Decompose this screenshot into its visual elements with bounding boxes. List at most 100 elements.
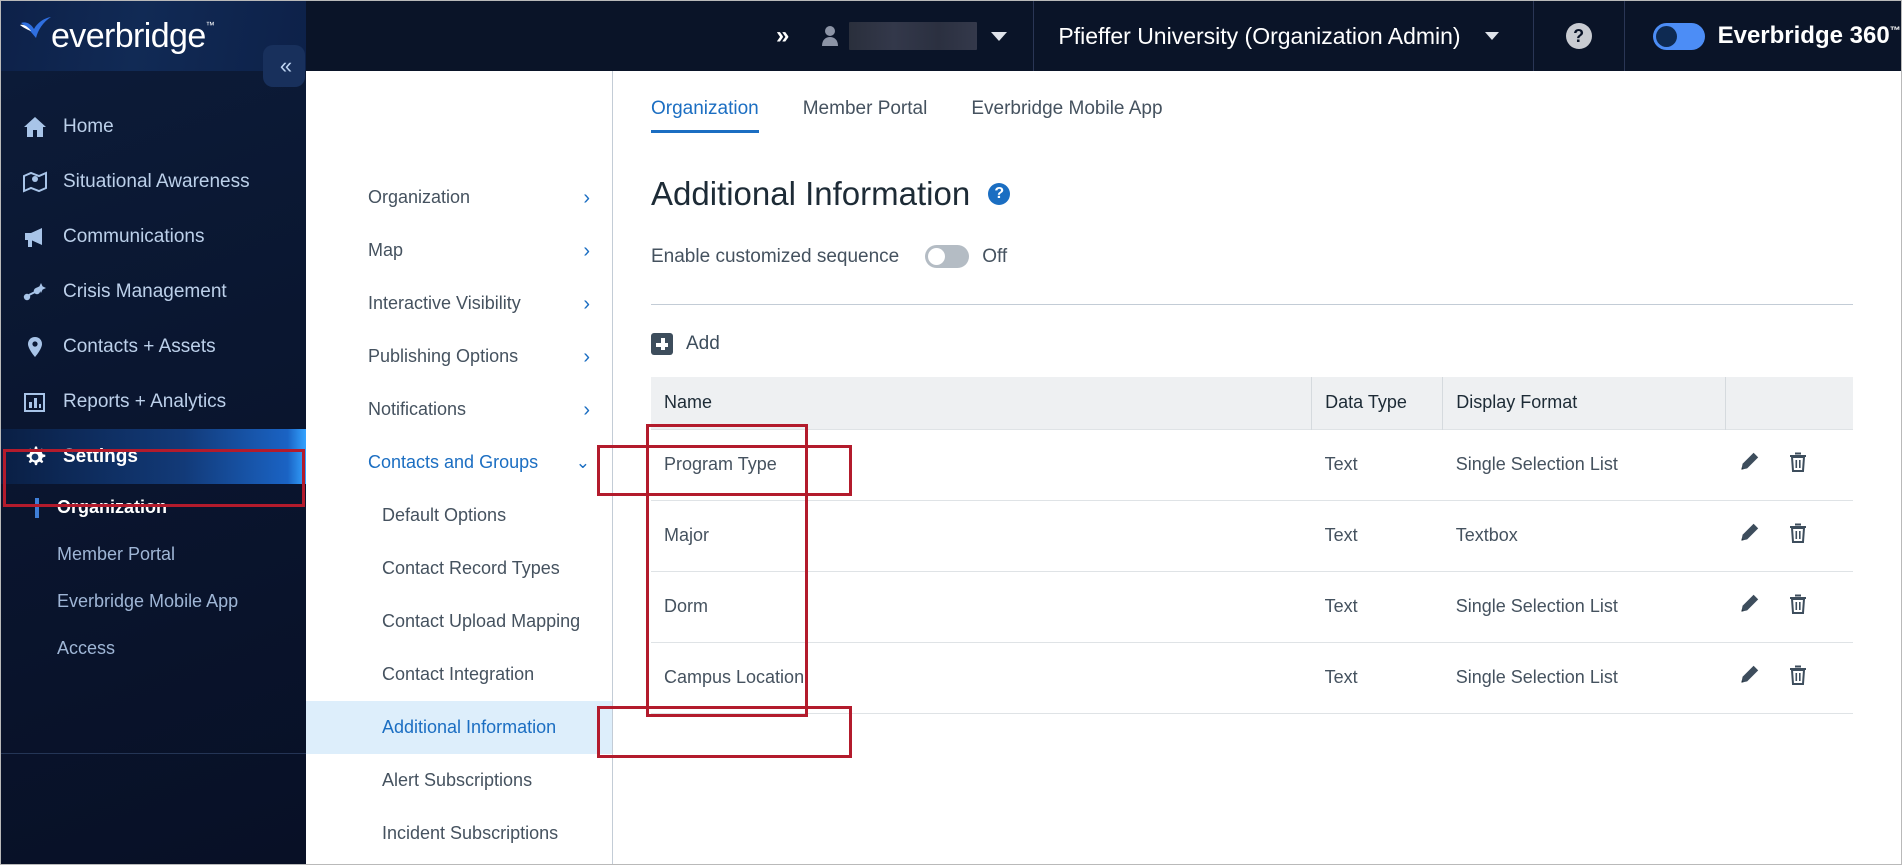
everbridge-logo[interactable]: everbridge ™	[19, 14, 215, 58]
sidebar-subitem-label: Organization	[57, 497, 168, 517]
chevron-down-icon: ⌄	[575, 453, 590, 472]
customized-sequence-toggle[interactable]	[925, 245, 970, 268]
help-circle-icon[interactable]: ?	[988, 183, 1011, 205]
sidebar-subitem-label: Member Portal	[57, 544, 176, 564]
chevron-right-icon: ›	[583, 345, 590, 368]
subnav-group-interactive-visibility[interactable]: Interactive Visibility ›	[306, 277, 612, 330]
subnav-group-label: Organization	[368, 187, 471, 207]
subnav-item-contact-integration[interactable]: Contact Integration	[306, 648, 612, 701]
user-caret-down-icon[interactable]	[991, 31, 1008, 41]
sidebar-subitem-everbridge-mobile-app[interactable]: Everbridge Mobile App	[1, 578, 306, 625]
table-row: Dorm Text Single Selection List	[651, 571, 1853, 643]
help-icon[interactable]: ?	[1565, 23, 1592, 49]
subnav-group-contacts-and-groups[interactable]: Contacts and Groups ⌄	[306, 436, 612, 489]
subnav-group-organization[interactable]: Organization ›	[306, 171, 612, 224]
subnav-item-label: Contact Record Types	[382, 558, 560, 578]
pencil-icon[interactable]	[1738, 522, 1760, 549]
sidebar-item-label: Home	[63, 115, 114, 137]
subnav-item-label: Contact Integration	[382, 664, 535, 684]
tab-member-portal[interactable]: Member Portal	[803, 98, 928, 133]
subnav-item-label: Alert Subscriptions	[382, 770, 533, 790]
chevron-right-icon: ›	[583, 398, 590, 421]
column-header-name[interactable]: Name	[651, 377, 1313, 429]
sidebar-subitem-label: Everbridge Mobile App	[57, 591, 239, 611]
page-header: Additional Information ?	[651, 175, 1853, 213]
pencil-icon[interactable]	[1738, 664, 1760, 691]
subnav-item-contact-record-types[interactable]: Contact Record Types	[306, 542, 612, 595]
sidebar-item-contacts-assets[interactable]: Contacts + Assets	[1, 319, 306, 374]
sidebar-subitem-label: Access	[57, 638, 116, 658]
subnav-group-map[interactable]: Map ›	[306, 224, 612, 277]
bar-chart-icon	[23, 391, 57, 413]
chevron-right-icon: ›	[583, 239, 590, 262]
pencil-icon[interactable]	[1738, 451, 1760, 478]
sidebar-item-label: Communications	[63, 225, 205, 247]
home-icon	[23, 116, 57, 138]
content-tabs: Organization Member Portal Everbridge Mo…	[613, 71, 1901, 133]
subnav-item-incident-subscriptions[interactable]: Incident Subscriptions	[306, 807, 612, 860]
everbridge-bird-icon	[20, 17, 51, 38]
subnav-item-label: Contact Upload Mapping	[382, 611, 581, 631]
everbridge-360-toggle[interactable]	[1652, 22, 1705, 50]
cell-data-type: Text	[1311, 428, 1443, 501]
tab-everbridge-mobile-app[interactable]: Everbridge Mobile App	[971, 98, 1162, 133]
sidebar-item-label: Crisis Management	[63, 280, 227, 302]
add-button[interactable]: Add	[651, 333, 1853, 355]
trash-icon[interactable]	[1787, 451, 1809, 478]
cell-data-type: Text	[1311, 642, 1443, 714]
cell-name: Major	[651, 500, 1312, 572]
logo-wordmark: everbridge	[51, 17, 206, 55]
subnav-group-notifications[interactable]: Notifications ›	[306, 383, 612, 436]
pencil-icon[interactable]	[1738, 593, 1760, 620]
cell-actions	[1725, 500, 1853, 572]
main-content: Organization Member Portal Everbridge Mo…	[613, 71, 1901, 864]
table-header: Name Data Type Display Format	[651, 377, 1853, 429]
sidebar-item-situational-awareness[interactable]: Situational Awareness	[1, 154, 306, 209]
cell-display-format: Single Selection List	[1442, 428, 1726, 501]
trash-icon[interactable]	[1787, 522, 1809, 549]
organization-name: Pfieffer University (Organization Admin)	[1058, 22, 1461, 49]
subnav-group-publishing-options[interactable]: Publishing Options ›	[306, 330, 612, 383]
table-row: Campus Location Text Single Selection Li…	[651, 642, 1853, 714]
column-header-display-format[interactable]: Display Format	[1442, 377, 1726, 429]
sidebar-divider	[1, 753, 306, 754]
trash-icon[interactable]	[1787, 593, 1809, 620]
brand-360-tm: ™	[1889, 25, 1901, 37]
sidebar-subitem-organization[interactable]: Organization	[1, 484, 306, 531]
sidebar-item-communications[interactable]: Communications	[1, 209, 306, 264]
sidebar-item-reports-analytics[interactable]: Reports + Analytics	[1, 374, 306, 429]
cell-actions	[1725, 571, 1853, 643]
trash-icon[interactable]	[1787, 664, 1809, 691]
user-menu[interactable]	[821, 22, 1008, 50]
sidebar-item-home[interactable]: Home	[1, 99, 306, 154]
expand-nav-icon[interactable]: »	[776, 22, 790, 50]
subnav-item-alert-subscriptions[interactable]: Alert Subscriptions	[306, 754, 612, 807]
tab-organization[interactable]: Organization	[651, 98, 759, 133]
sidebar-subitem-access[interactable]: Access	[1, 625, 306, 672]
subnav-item-contact-upload-mapping[interactable]: Contact Upload Mapping	[306, 595, 612, 648]
table-row: Major Text Textbox	[651, 500, 1853, 572]
header-divider-1	[1033, 1, 1035, 71]
organization-caret-down-icon[interactable]	[1484, 32, 1499, 40]
subnav-item-label: Default Options	[382, 505, 507, 525]
sidebar-item-label: Settings	[63, 445, 138, 467]
crisis-network-icon	[23, 281, 57, 303]
sidebar-collapse-icon[interactable]: «	[263, 45, 305, 87]
additional-information-table: Name Data Type Display Format Program Ty…	[651, 377, 1853, 714]
subnav-item-additional-information[interactable]: Additional Information	[306, 701, 612, 754]
sidebar-subitem-member-portal[interactable]: Member Portal	[1, 531, 306, 578]
customized-sequence-label: Enable customized sequence	[651, 245, 900, 267]
sidebar-item-settings[interactable]: Settings	[1, 429, 306, 484]
subnav-group-label: Notifications	[368, 399, 467, 419]
left-sidebar: Home Situational Awareness Communication…	[1, 71, 306, 864]
subnav-group-label: Contacts and Groups	[368, 452, 539, 472]
section-divider	[651, 304, 1853, 305]
sidebar-item-crisis-management[interactable]: Crisis Management	[1, 264, 306, 319]
column-header-data-type[interactable]: Data Type	[1311, 377, 1444, 429]
cell-data-type: Text	[1311, 500, 1443, 572]
column-header-actions	[1725, 377, 1853, 429]
header-divider-2	[1532, 1, 1534, 71]
table-body: Program Type Text Single Selection List	[651, 428, 1853, 714]
subnav-group-label: Interactive Visibility	[368, 293, 521, 313]
subnav-item-default-options[interactable]: Default Options	[306, 489, 612, 542]
